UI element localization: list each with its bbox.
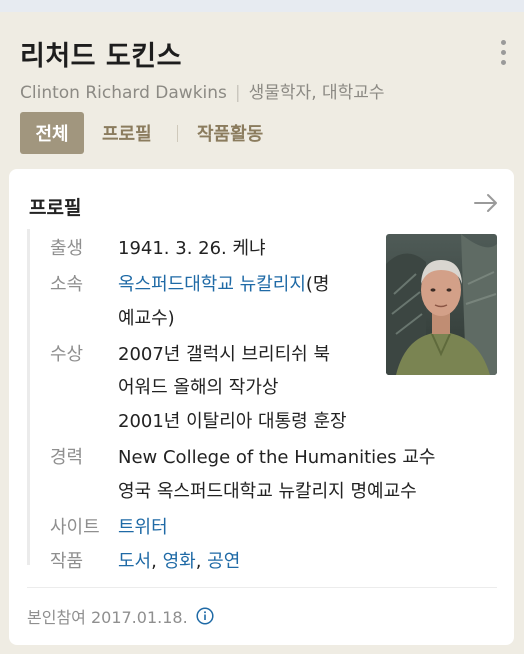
birth-value: 1941. 3. 26. 케냐 [118,238,266,259]
affiliation-value: 옥스퍼드대학교 뉴칼리지(명 [118,270,329,296]
works-link-performances[interactable]: 공연 [207,551,240,572]
affiliation-link[interactable]: 옥스퍼드대학교 뉴칼리지 [118,274,306,295]
footer-divider [27,587,497,588]
info-icon[interactable] [196,607,214,625]
more-vertical-icon[interactable] [496,40,510,74]
award-line: 어워드 올해의 작가상 [118,377,279,398]
affiliation-label: 소속 [50,274,84,295]
works-link-films[interactable]: 영화 [163,551,196,572]
profile-card: 프로필 출생 1941. 3. 26. 케냐 소속 옥스퍼드대학교 뉴칼리지(명… [9,169,514,645]
awards-label: 수상 [50,344,84,365]
career-label: 경력 [50,447,84,468]
works-separator: , [151,551,163,572]
works-separator: , [195,551,208,572]
affiliation-suffix: (명 [305,274,330,295]
works-label: 작품 [50,551,84,572]
english-name: Clinton Richard Dawkins [20,83,227,103]
separator: | [234,83,241,103]
tab-works[interactable]: 작품활동 [197,112,263,154]
tab-profile[interactable]: 프로필 [102,112,152,154]
profile-title[interactable]: 프로필 [29,193,81,220]
career-line: New College of the Humanities 교수 [118,447,436,468]
works-links: 도서, 영화, 공연 [118,547,240,573]
career-line: 영국 옥스퍼드대학교 뉴칼리지 명예교수 [118,481,417,502]
site-label: 사이트 [50,517,100,538]
award-line: 2007년 갤럭시 브리티쉬 북 [118,344,331,365]
birth-label: 출생 [50,238,84,259]
top-strip [0,0,524,12]
tab-divider [177,125,178,142]
works-link-books[interactable]: 도서 [118,551,151,572]
footer: 본인참여 2017.01.18. [27,604,214,628]
header: 리처드 도킨스 Clinton Richard Dawkins | 생물학자, 대학… [0,12,524,162]
page-title: 리처드 도킨스 [20,41,182,72]
occupation: 생물학자, 대학교수 [248,83,385,103]
tab-all[interactable]: 전체 [20,112,84,154]
profile-photo[interactable] [386,234,497,375]
award-line: 2001년 이탈리아 대통령 훈장 [118,411,347,432]
participation-date: 본인참여 2017.01.18. [27,608,188,627]
twitter-link[interactable]: 트위터 [118,513,168,539]
arrow-right-icon[interactable] [472,191,500,215]
subtitle: Clinton Richard Dawkins | 생물학자, 대학교수 [20,78,385,103]
affiliation-value-cont: 예교수) [118,308,175,329]
